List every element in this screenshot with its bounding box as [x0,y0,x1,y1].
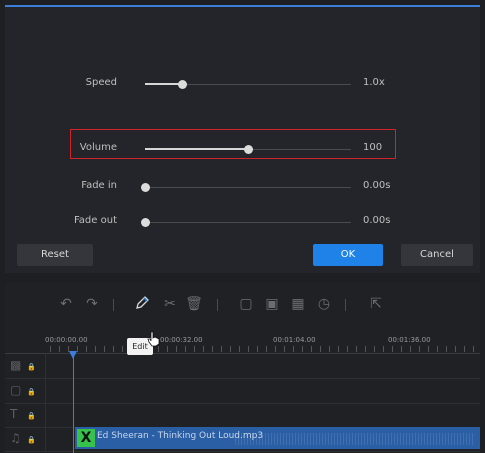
track-header: ▩ 🔒 [5,354,46,378]
export-icon[interactable]: ⇱ [367,295,385,313]
lock-icon[interactable]: 🔒 [27,388,36,396]
audio-clip[interactable]: X Ed Sheeran - Thinking Out Loud.mp3 [75,427,480,449]
x-icon: X [77,429,95,447]
volume-slider-fill [145,148,248,150]
speed-label: Speed [85,77,117,88]
mosaic-icon[interactable]: ▦ [289,295,307,313]
ruler-label: 00:00:00.00 [45,336,88,344]
image-track-icon: ▢ [10,383,22,397]
ruler-ticks [50,346,480,352]
timeline-panel: ↶ ↷ ✂ 🗑 ▢ ▣ ▦ ◷ ⇱ 00:00:00.00 00:00:32.0… [5,283,480,453]
fade-in-row: Fade in 0.00s [5,177,480,197]
playhead-line[interactable] [73,356,74,453]
track-header: ♫ 🔒 [5,427,46,451]
text-track[interactable]: T 🔒 [5,403,480,428]
volume-slider-knob[interactable] [244,145,253,154]
fade-out-value: 0.00s [363,215,391,226]
fade-in-slider-knob[interactable] [141,183,150,192]
pencil-icon[interactable] [133,295,151,313]
toolbar-separator [113,299,114,311]
fade-out-slider[interactable] [141,218,351,227]
track-header: ▢ 🔒 [5,379,46,403]
volume-value: 100 [363,142,383,153]
ok-button[interactable]: OK [313,244,383,266]
image-track[interactable]: ▢ 🔒 [5,379,480,404]
ruler-label: 00:00:32.00 [160,336,203,344]
fade-in-value: 0.00s [363,180,391,191]
timeline-ruler[interactable]: 00:00:00.00 00:00:32.00 00:01:04.00 00:0… [5,331,480,354]
toolbar-separator [217,299,218,311]
ruler-label: 00:01:04.00 [273,336,316,344]
frame-icon[interactable]: ▣ [263,295,281,313]
video-track-icon: ▩ [10,358,22,372]
fade-out-label: Fade out [73,215,117,226]
hand-cursor-icon [147,331,161,351]
lock-icon[interactable]: 🔒 [27,412,36,420]
crop-icon[interactable]: ▢ [237,295,255,313]
speed-slider-knob[interactable] [178,80,188,89]
track-header: T 🔒 [5,403,46,427]
toolbar-separator [345,299,346,311]
redo-icon[interactable]: ↷ [83,295,101,313]
ruler-label: 00:01:36.00 [388,336,431,344]
fade-out-row: Fade out 0.00s [5,212,480,232]
audio-settings-dialog: Speed 1.0x Volume 100 Fade in 0.00s Fade… [5,5,480,273]
clock-icon[interactable]: ◷ [315,295,333,313]
volume-slider[interactable] [145,145,351,154]
undo-icon[interactable]: ↶ [57,295,75,313]
fade-in-slider[interactable] [141,183,351,192]
audio-waveform [235,433,475,445]
speed-slider-fill [145,83,183,85]
music-note-icon: ♫ [10,431,21,445]
lock-icon[interactable]: 🔒 [27,363,36,371]
video-track[interactable]: ▩ 🔒 [5,354,480,379]
text-track-icon: T [10,407,18,421]
cut-icon[interactable]: ✂ [161,295,179,313]
cancel-button[interactable]: Cancel [401,244,473,266]
speed-value: 1.0x [363,77,385,88]
trash-icon[interactable]: 🗑 [185,295,203,313]
fade-out-slider-knob[interactable] [141,218,150,227]
reset-button[interactable]: Reset [17,244,93,266]
volume-label: Volume [79,142,117,153]
fade-in-label: Fade in [81,180,117,191]
timeline-toolbar: ↶ ↷ ✂ 🗑 ▢ ▣ ▦ ◷ ⇱ [5,283,480,323]
lock-icon[interactable]: 🔒 [27,436,36,444]
speed-slider[interactable] [145,80,351,89]
speed-row: Speed 1.0x [5,74,480,94]
volume-row: Volume 100 [5,139,480,159]
